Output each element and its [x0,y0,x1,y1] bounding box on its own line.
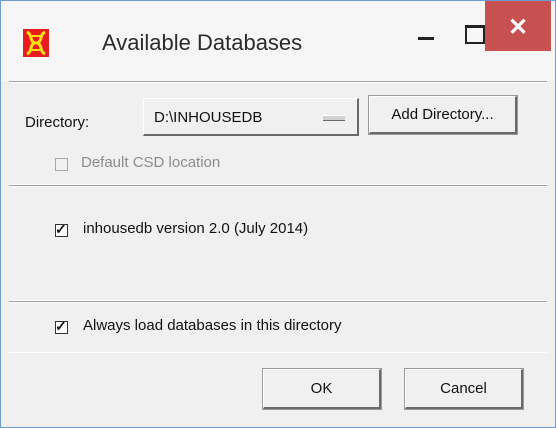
close-button[interactable]: ✕ [485,1,551,51]
always-load-label: Always load databases in this directory [83,317,342,334]
minimize-icon [418,37,434,40]
title-bar[interactable]: Available Databases ✕ [1,1,555,81]
close-icon: ✕ [507,14,529,41]
cancel-button[interactable]: Cancel [404,368,524,410]
app-logo-icon [23,29,49,57]
ok-button[interactable]: OK [262,368,382,410]
checkmark-icon: ✓ [55,318,67,334]
minimize-button[interactable] [403,1,451,59]
database-label: inhousedb version 2.0 (July 2014) [83,220,309,237]
directory-label: Directory: [25,114,90,131]
checkmark-icon: ✓ [55,221,67,237]
options-panel: ✓ Always load databases in this director… [9,301,547,353]
database-list-panel: ✓ inhousedb version 2.0 (July 2014) [9,185,547,301]
dialog-client-area: Directory: D:\INHOUSEDB Add Directory...… [9,81,547,423]
available-databases-dialog: Available Databases ✕ Directory: D:\INHO… [0,0,556,428]
option-menu-indicator-icon [323,115,345,121]
add-directory-button[interactable]: Add Directory... [368,95,518,135]
default-csd-checkbox[interactable] [55,158,68,171]
directory-selected-value: D:\INHOUSEDB [154,109,263,126]
database-checkbox[interactable]: ✓ [55,221,68,237]
directory-panel: Directory: D:\INHOUSEDB Add Directory...… [9,81,547,185]
default-csd-label: Default CSD location [81,154,221,171]
window-title: Available Databases [102,30,303,55]
directory-dropdown[interactable]: D:\INHOUSEDB [143,98,359,136]
always-load-checkbox[interactable]: ✓ [55,318,68,334]
maximize-icon [465,25,485,44]
